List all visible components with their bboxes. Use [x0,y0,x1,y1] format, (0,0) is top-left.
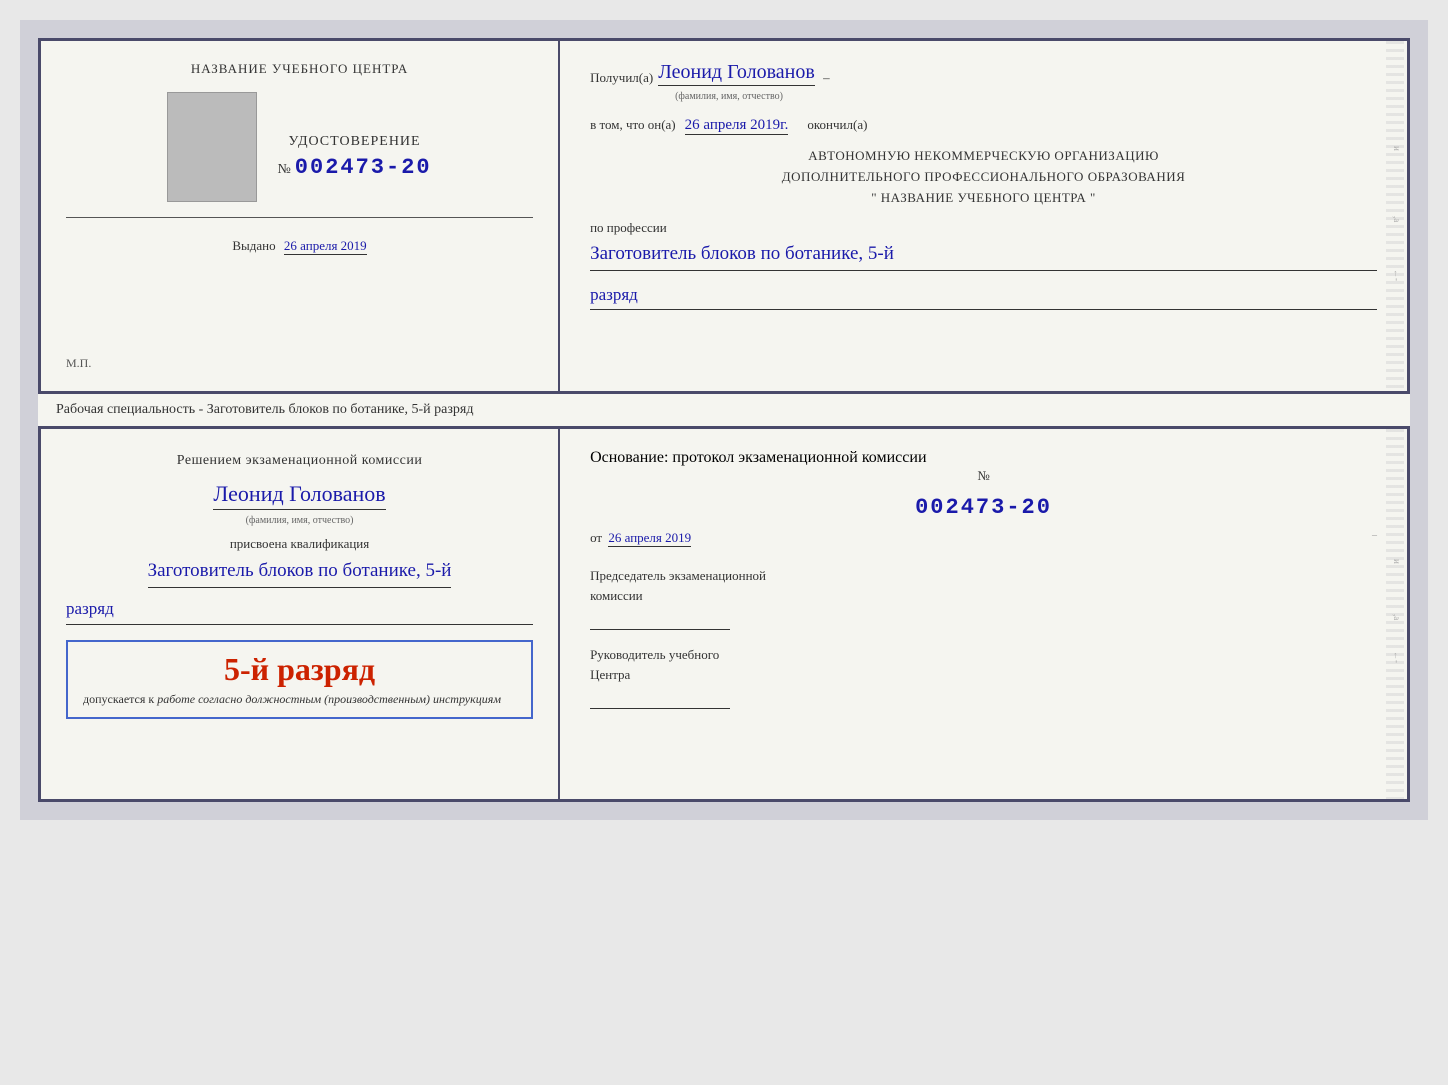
assigned-label: присвоена квалификация [230,536,369,552]
date-value-top: 26 апреля 2019г. [685,117,789,135]
head-line2: Центра [590,667,630,682]
bottom-doc-left: Решением экзаменационной комиссии Леонид… [41,429,560,799]
org-line1: АВТОНОМНУЮ НЕКОММЕРЧЕСКУЮ ОРГАНИЗАЦИЮ [590,146,1377,167]
badge-title: 5-й разряд [83,652,516,687]
bottom-person-name: Леонид Голованов [213,481,385,510]
org-block: АВТОНОМНУЮ НЕКОММЕРЧЕСКУЮ ОРГАНИЗАЦИЮ ДО… [590,146,1377,208]
fio-sublabel-bottom: (фамилия, имя, отчество) [246,515,354,526]
issued-line: Выдано 26 апреля 2019 [232,238,366,254]
side-label-arrow-b: ←- [1392,651,1402,663]
badge-subtitle: допускается к работе согласно должностны… [83,692,516,707]
training-center-title-top: НАЗВАНИЕ УЧЕБНОГО ЦЕНТРА [191,61,408,77]
qualification-value: Заготовитель блоков по ботанике, 5-й [148,557,452,589]
top-doc-left: НАЗВАНИЕ УЧЕБНОГО ЦЕНТРА УДОСТОВЕРЕНИЕ №… [41,41,560,391]
recipient-line: Получил(а) Леонид Голованов – [590,61,1377,86]
chairman-line2: комиссии [590,588,643,603]
protocol-prefix: № [977,468,989,483]
annotation-text: Рабочая специальность - Заготовитель бло… [56,402,473,417]
protocol-number: 002473-20 [590,495,1377,520]
from-label: от [590,530,602,545]
chairman-label: Председатель экзаменационной комиссии [590,566,1377,605]
rank-block-top: разряд [590,283,1377,310]
cert-number: 002473-20 [295,155,432,180]
profession-value: Заготовитель блоков по ботанике, 5-й [590,241,1377,271]
protocol-number-block: № 002473-20 [590,467,1377,520]
issued-label: Выдано [232,238,275,253]
from-date-value: 26 апреля 2019 [608,530,691,547]
finished-label: окончил(а) [807,117,867,132]
rank-value-top: разряд [590,283,1377,310]
rank-block-bottom: разряд [66,596,533,625]
chairman-signature-line [590,610,730,630]
cert-number-prefix: № [277,162,290,178]
rank-value-bottom: разряд [66,596,533,625]
org-line2: ДОПОЛНИТЕЛЬНОГО ПРОФЕССИОНАЛЬНОГО ОБРАЗО… [590,167,1377,188]
cert-label: УДОСТОВЕРЕНИЕ [288,134,420,150]
head-line1: Руководитель учебного [590,647,719,662]
received-label: Получил(а) [590,70,653,86]
in-that-label: в том, что он(а) [590,117,676,132]
top-doc-right: Получил(а) Леонид Голованов – (фамилия, … [560,41,1407,391]
side-label-a: ,а [1392,216,1402,222]
side-label-i-b: и [1392,559,1402,564]
mp-label: М.П. [66,356,91,371]
dash: – [820,70,830,86]
annotation-bar: Рабочая специальность - Заготовитель бло… [38,394,1410,426]
from-date-block: от 26 апреля 2019 – [590,530,1377,546]
decision-text: Решением экзаменационной комиссии [177,449,423,473]
badge-suffix: работе согласно должностным (производств… [157,692,501,706]
profession-label: по профессии [590,220,1377,236]
head-label: Руководитель учебного Центра [590,645,1377,684]
head-signature-line [590,689,730,709]
bottom-document: Решением экзаменационной комиссии Леонид… [38,426,1410,802]
side-label-i: и [1392,146,1402,151]
dash-right: – [1372,530,1377,541]
in-that-block: в том, что он(а) 26 апреля 2019г. окончи… [590,116,1377,134]
badge-prefix: допускается к [83,692,154,706]
recipient-name: Леонид Голованов [658,61,815,86]
chairman-line1: Председатель экзаменационной [590,568,766,583]
basis-label: Основание: протокол экзаменационной коми… [590,449,1377,467]
side-label-arrow: ←- [1392,269,1402,281]
badge-box: 5-й разряд допускается к работе согласно… [66,640,533,719]
org-line3: " НАЗВАНИЕ УЧЕБНОГО ЦЕНТРА " [590,188,1377,209]
fio-sublabel-top: (фамилия, имя, отчество) [675,91,1377,102]
profession-block: по профессии Заготовитель блоков по бота… [590,220,1377,271]
bottom-doc-right: Основание: протокол экзаменационной коми… [560,429,1407,799]
issued-date: 26 апреля 2019 [284,238,367,255]
photo-placeholder [167,92,257,202]
side-label-a-b: ,а [1392,614,1402,620]
